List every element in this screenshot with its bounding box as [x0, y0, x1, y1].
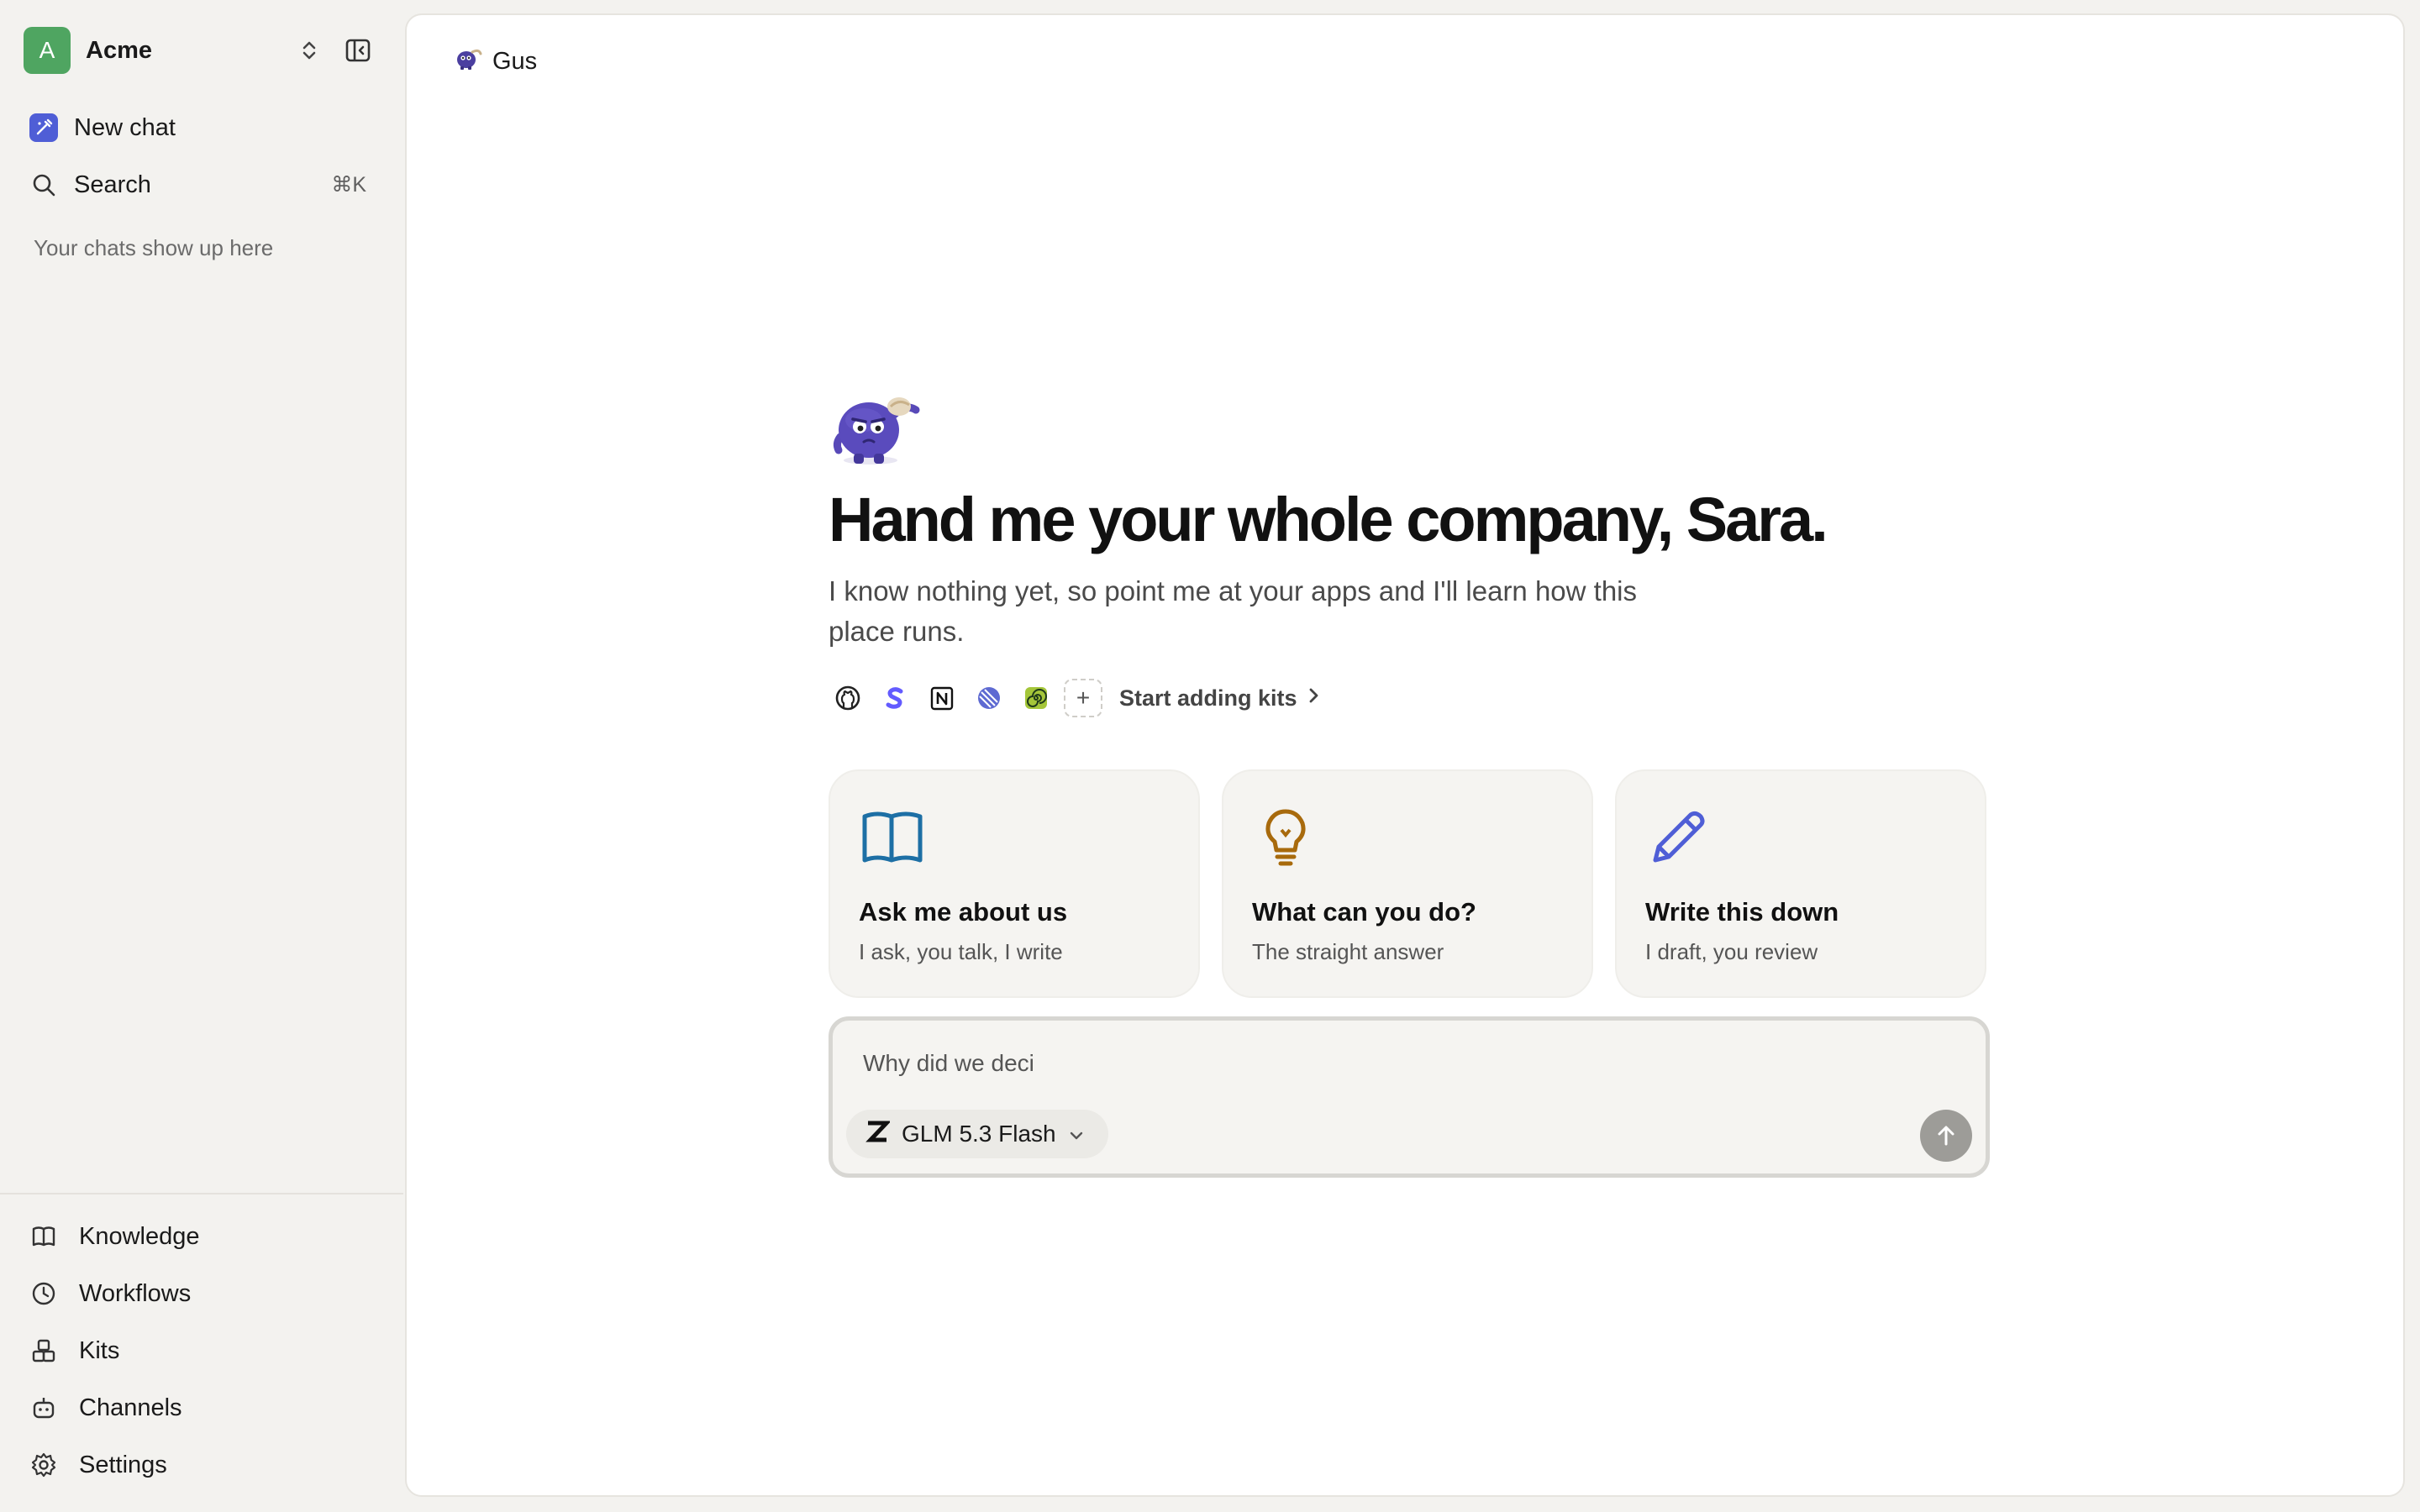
chevron-down-icon [1068, 1121, 1085, 1147]
start-adding-kits-link[interactable]: Start adding kits [1119, 685, 1321, 711]
zhipu-logo-icon [865, 1119, 892, 1150]
add-kit-button[interactable]: + [1064, 679, 1102, 717]
sidebar-item-kits[interactable]: Kits [27, 1327, 380, 1374]
model-label: GLM 5.3 Flash [902, 1121, 1056, 1147]
workspace-avatar: A [24, 27, 71, 74]
suggestion-cards: Ask me about us I ask, you talk, I write… [829, 769, 2008, 998]
sidebar-item-label: Channels [79, 1394, 182, 1421]
hero-headline: Hand me your whole company, Sara. [829, 485, 1828, 554]
lightbulb-icon [1254, 805, 1318, 869]
suggestion-card-write-this-down[interactable]: Write this down I draft, you review [1615, 769, 1986, 998]
main-panel: Gus Hand me your whole company, Sara. I … [405, 13, 2405, 1497]
pencil-icon [1647, 805, 1711, 869]
suggestion-card-what-can-you-do[interactable]: What can you do? The straight answer [1222, 769, 1593, 998]
chevron-up-down-icon[interactable] [294, 35, 324, 66]
book-icon [27, 1220, 60, 1253]
chevron-right-icon [1307, 685, 1321, 711]
card-title: Ask me about us [859, 897, 1068, 927]
linear-icon[interactable] [970, 679, 1008, 717]
stripe-icon[interactable] [876, 679, 914, 717]
tab-gus[interactable]: Gus [454, 40, 537, 82]
new-chat-label: New chat [74, 113, 176, 141]
bot-icon [27, 1391, 60, 1425]
new-chat-button[interactable]: New chat [27, 104, 380, 151]
github-icon[interactable] [829, 679, 867, 717]
sidebar-item-label: Knowledge [79, 1222, 200, 1250]
search-button[interactable]: Search ⌘K [27, 161, 380, 208]
clock-icon [27, 1277, 60, 1310]
sidebar-item-workflows[interactable]: Workflows [27, 1270, 380, 1317]
sidebar-item-label: Settings [79, 1451, 167, 1478]
kits-row: + Start adding kits [829, 677, 1321, 719]
card-title: Write this down [1645, 897, 1839, 927]
sidebar-item-settings[interactable]: Settings [27, 1441, 380, 1488]
chat-input[interactable]: Why did we deci [863, 1042, 1871, 1084]
sidebar-item-knowledge[interactable]: Knowledge [27, 1213, 380, 1260]
kits-icon [27, 1334, 60, 1368]
notion-icon[interactable] [923, 679, 961, 717]
gus-mascot-illustration [829, 385, 923, 469]
card-title: What can you do? [1252, 897, 1476, 927]
new-chat-icon [27, 111, 60, 144]
tab-label: Gus [492, 47, 538, 75]
arrow-up-icon [1938, 1126, 1954, 1146]
search-label: Search [74, 171, 151, 198]
model-selector[interactable]: GLM 5.3 Flash [846, 1110, 1108, 1158]
gear-icon [27, 1448, 60, 1482]
start-adding-kits-label: Start adding kits [1119, 685, 1297, 711]
hero-subline: I know nothing yet, so point me at your … [829, 575, 1638, 647]
card-subtitle: I ask, you talk, I write [859, 939, 1063, 964]
card-subtitle: The straight answer [1252, 939, 1444, 964]
sidebar: A Acme New chat Search ⌘K Your chats sho… [0, 0, 403, 1512]
sidebar-collapse-icon[interactable] [341, 34, 375, 67]
empty-chats-hint: Your chats show up here [34, 235, 274, 260]
send-button[interactable] [1920, 1110, 1972, 1162]
card-subtitle: I draft, you review [1645, 939, 1818, 964]
workspace-header[interactable]: A Acme [24, 27, 376, 74]
sidebar-item-label: Workflows [79, 1279, 192, 1307]
sidebar-item-label: Kits [79, 1336, 120, 1364]
spiral-icon[interactable] [1017, 679, 1055, 717]
suggestion-card-ask-about-us[interactable]: Ask me about us I ask, you talk, I write [829, 769, 1200, 998]
sidebar-divider [0, 1193, 403, 1194]
sidebar-item-channels[interactable]: Channels [27, 1384, 380, 1431]
chat-composer: Why did we deci GLM 5.3 Flash [829, 1016, 1990, 1178]
search-icon [27, 168, 60, 202]
gus-mascot-icon [454, 45, 482, 77]
workspace-name: Acme [86, 36, 152, 64]
open-book-icon [860, 805, 924, 869]
search-shortcut: ⌘K [331, 173, 366, 197]
